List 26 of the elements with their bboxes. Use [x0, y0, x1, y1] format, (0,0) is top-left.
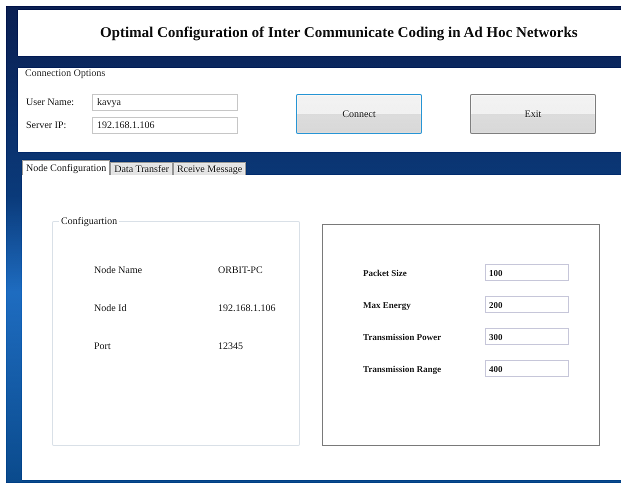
tab[interactable]: Rceive Message: [172, 162, 246, 175]
field-value: 12345: [218, 340, 244, 354]
exit-button[interactable]: Exit: [470, 94, 596, 134]
field-label: Packet Size: [363, 268, 408, 278]
group-legend: Connection Options: [24, 68, 106, 79]
field-label: Node Name: [94, 264, 144, 278]
field-label: Max Energy: [363, 300, 412, 310]
input-field[interactable]: 192.168.1.106: [92, 117, 238, 134]
input-field[interactable]: 300: [485, 328, 569, 345]
field-value: ORBIT-PC: [218, 264, 264, 278]
group-legend: Configuartion: [59, 216, 120, 227]
app-title: Optimal Configuration of Inter Communicate Coding in Ad Hoc Networks: [100, 24, 578, 42]
field-label: Transmission Power: [363, 332, 442, 342]
input-field[interactable]: 100: [485, 264, 569, 281]
field-label: Node Id: [94, 302, 128, 316]
field-label: Transmission Range: [363, 364, 442, 374]
input-field[interactable]: 400: [485, 360, 569, 377]
tab[interactable]: Data Transfer: [110, 162, 173, 175]
field-label: Server IP:: [26, 120, 68, 131]
tab[interactable]: Node Configuration: [22, 160, 110, 175]
field-label: Port: [94, 340, 112, 354]
input-field[interactable]: kavya: [92, 94, 238, 111]
input-field[interactable]: 200: [485, 296, 569, 313]
connect-button[interactable]: Connect: [296, 94, 422, 134]
field-label: User Name:: [26, 97, 76, 108]
field-value: 192.168.1.106: [218, 302, 276, 316]
